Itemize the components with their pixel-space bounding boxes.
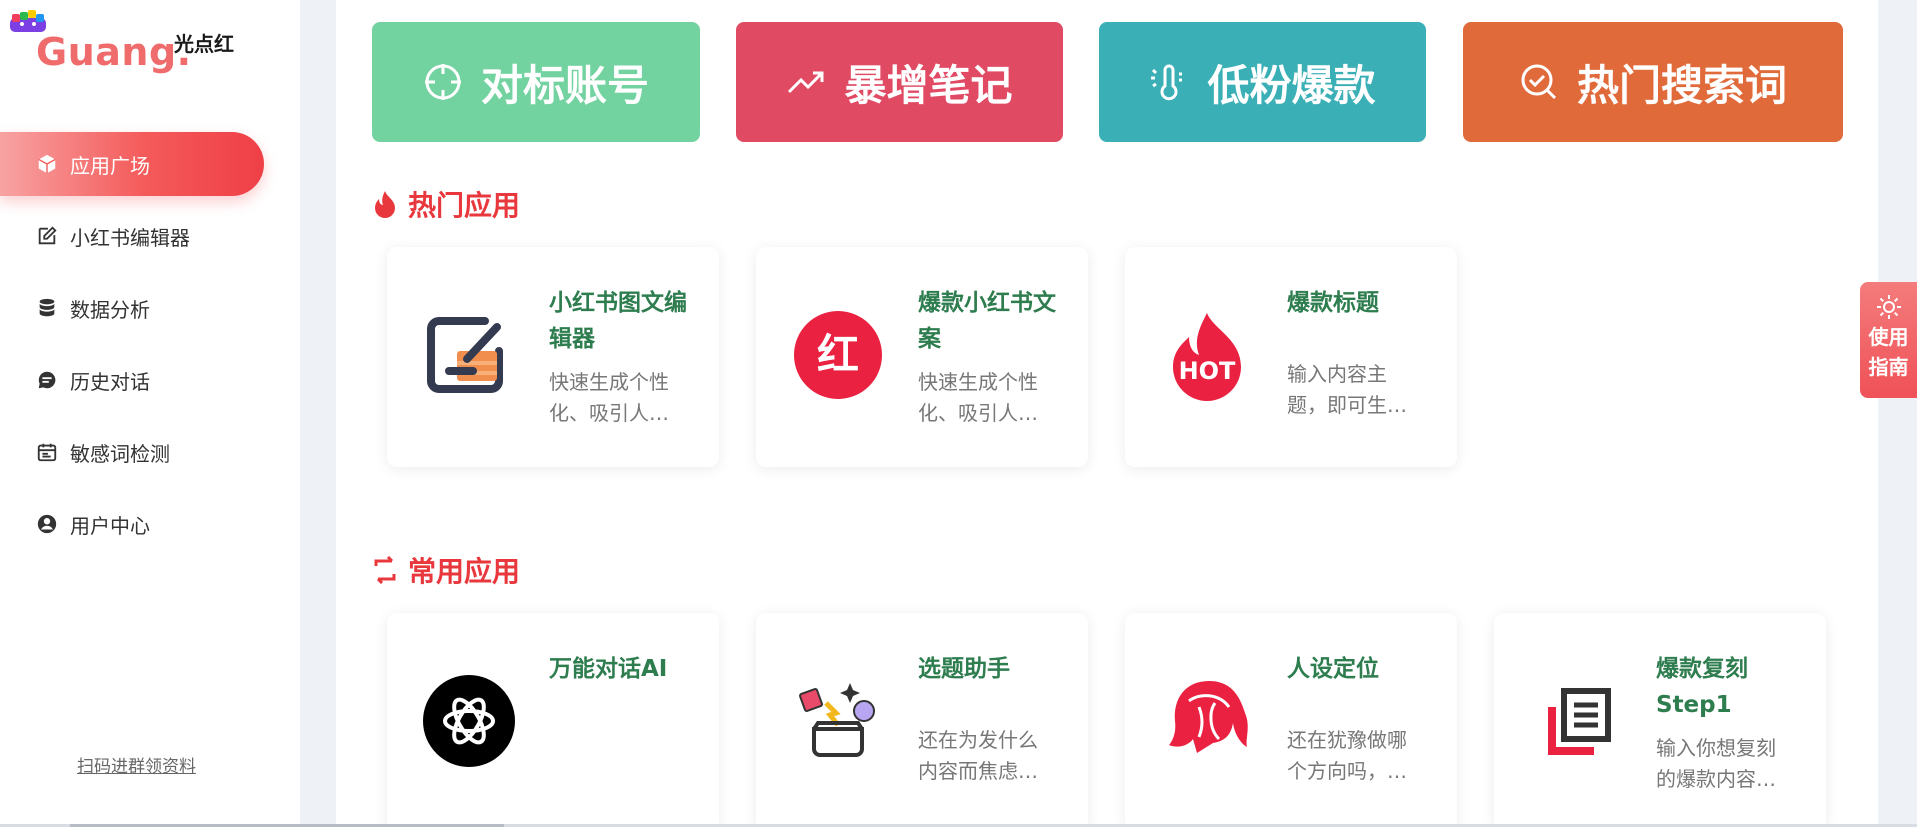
- sidebar-item-label: 应用广场: [70, 153, 150, 178]
- sidebar-item-user-center[interactable]: 用户中心: [0, 492, 300, 556]
- sidebar-item-editor[interactable]: 小红书编辑器: [0, 204, 300, 268]
- card-title: 爆款标题: [1287, 290, 1379, 316]
- app-card[interactable]: 爆款复刻Step1 输入你想复刻的爆款内容…: [1494, 613, 1826, 827]
- openai-icon: [423, 675, 515, 767]
- card-title: 人设定位: [1287, 656, 1379, 682]
- search-check-icon: [1521, 64, 1557, 100]
- edit-icon: [36, 225, 58, 247]
- join-group-link[interactable]: 扫码进群领资料: [77, 752, 196, 777]
- guide-label-line2: 指南: [1868, 355, 1909, 379]
- card-title: 选题助手: [918, 656, 1010, 682]
- hot-apps-title: 热门应用: [372, 184, 520, 224]
- trending-up-icon: [788, 71, 824, 94]
- common-apps-title: 常用应用: [372, 550, 520, 590]
- editor-app-icon: [427, 317, 503, 393]
- flame-icon: [375, 191, 395, 218]
- card-title: 爆款小红书文案: [918, 290, 1056, 352]
- svg-text:红: 红: [817, 330, 859, 379]
- crosshair-icon: [424, 64, 461, 100]
- button-label: 低粉爆款: [1207, 60, 1376, 110]
- button-label: 对标账号: [480, 60, 649, 110]
- sidebar-item-label: 历史对话: [70, 369, 150, 394]
- sidebar-item-history[interactable]: 历史对话: [0, 348, 300, 412]
- user-icon: [36, 513, 58, 535]
- button-label: 暴增笔记: [844, 60, 1013, 110]
- sidebar-item-label: 用户中心: [70, 513, 150, 538]
- usage-guide-button[interactable]: 使用 指南: [1860, 282, 1917, 398]
- guide-label-line1: 使用: [1868, 325, 1909, 349]
- main-content: 对标账号 暴增笔记 低粉爆款 热门搜索词 热门应用 小红书图文编辑器 快速生成个…: [336, 0, 1878, 827]
- cube-icon: [36, 153, 58, 175]
- sidebar-nav: 应用广场 小红书编辑器 数据分析 历史对话 敏感词检测 用户中心: [0, 132, 300, 564]
- sidebar-item-app-square[interactable]: 应用广场: [0, 132, 264, 196]
- calendar-icon: [36, 441, 58, 463]
- low-follower-hit-button[interactable]: 低粉爆款: [1099, 22, 1426, 142]
- hot-flame-icon: HOT: [1173, 313, 1241, 401]
- logo[interactable]: Guang. 光点红: [8, 4, 268, 84]
- app-card[interactable]: 小红书图文编辑器 快速生成个性化、吸引人…: [387, 247, 719, 467]
- svg-text:HOT: HOT: [1179, 357, 1236, 385]
- card-description: 输入内容主题，即可生…: [1287, 362, 1407, 417]
- logo-subtitle: 光点红: [174, 32, 234, 56]
- button-label: 热门搜索词: [1576, 60, 1787, 110]
- app-card[interactable]: 红 爆款小红书文案 快速生成个性化、吸引人…: [756, 247, 1088, 467]
- card-description: 还在为发什么内容而焦虑…: [918, 728, 1038, 783]
- hot-search-terms-button[interactable]: 热门搜索词: [1463, 22, 1843, 142]
- card-title: 万能对话AI: [549, 656, 668, 682]
- copy-document-icon: [1548, 688, 1611, 755]
- sidebar: Guang. 光点红 应用广场 小红书编辑器 数据分析 历史对话 敏感词检测 用…: [0, 0, 300, 827]
- hong-logo-icon: 红: [794, 311, 882, 399]
- card-title: 小红书图文编辑器: [549, 290, 687, 352]
- app-card[interactable]: HOT 爆款标题 输入内容主题，即可生…: [1125, 247, 1457, 467]
- database-icon: [36, 297, 58, 319]
- chat-icon: [36, 369, 58, 391]
- card-description: 快速生成个性化、吸引人…: [549, 370, 669, 425]
- sidebar-item-label: 敏感词检测: [70, 441, 170, 466]
- benchmark-account-button[interactable]: 对标账号: [372, 22, 700, 142]
- logo-text: Guang.: [36, 30, 192, 74]
- sidebar-item-label: 小红书编辑器: [70, 225, 190, 250]
- sidebar-item-data-analysis[interactable]: 数据分析: [0, 276, 300, 340]
- sidebar-item-label: 数据分析: [70, 297, 150, 322]
- thermometer-icon: [1151, 64, 1183, 101]
- sidebar-item-sensitive-words[interactable]: 敏感词检测: [0, 420, 300, 484]
- sun-icon: [1876, 295, 1901, 319]
- app-card[interactable]: 人设定位 还在犹豫做哪个方向吗，…: [1125, 613, 1457, 827]
- app-card[interactable]: 万能对话AI: [387, 613, 719, 827]
- card-description: 快速生成个性化、吸引人…: [918, 370, 1038, 425]
- card-description: 还在犹豫做哪个方向吗，…: [1287, 728, 1407, 783]
- refresh-icon: [374, 556, 396, 584]
- persona-icon: [1169, 681, 1248, 753]
- topic-helper-icon: [799, 683, 875, 757]
- card-title: 爆款复刻Step1: [1656, 656, 1748, 718]
- card-description: 输入你想复刻的爆款内容…: [1656, 736, 1776, 791]
- app-card[interactable]: 选题助手 还在为发什么内容而焦虑…: [756, 613, 1088, 827]
- surge-notes-button[interactable]: 暴增笔记: [736, 22, 1063, 142]
